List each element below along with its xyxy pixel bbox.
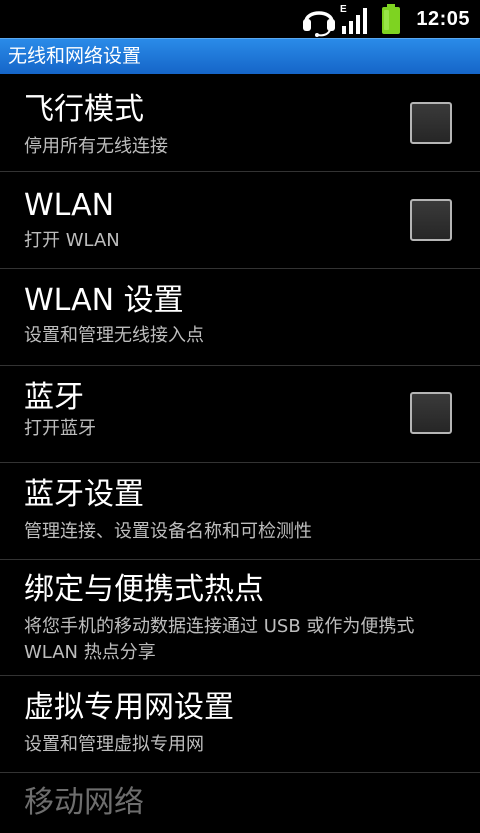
pref-title: 绑定与便携式热点 <box>24 572 264 607</box>
signal-icon: E <box>340 4 368 34</box>
airplane-mode-checkbox[interactable] <box>410 102 452 144</box>
settings-list: 飞行模式 停用所有无线连接 WLAN 打开 WLAN WLAN 设置 设置和管理… <box>0 74 480 833</box>
status-bar: E 12:05 <box>0 0 480 38</box>
pref-summary: 停用所有无线连接 <box>24 136 168 157</box>
title-bar: 无线和网络设置 <box>0 38 480 74</box>
headset-icon <box>303 11 336 37</box>
status-time: 12:05 <box>416 7 470 30</box>
pref-title: 蓝牙 <box>24 380 84 415</box>
pref-mobile-network[interactable]: 移动网络 <box>0 773 480 833</box>
pref-wlan[interactable]: WLAN 打开 WLAN <box>0 172 480 269</box>
pref-airplane-mode[interactable]: 飞行模式 停用所有无线连接 <box>0 74 480 172</box>
pref-title: 飞行模式 <box>24 92 144 127</box>
pref-summary: 设置和管理虚拟专用网 <box>24 734 204 755</box>
page-title: 无线和网络设置 <box>8 45 142 67</box>
pref-title: 虚拟专用网设置 <box>24 690 234 725</box>
status-icons: E 12:05 <box>300 0 480 38</box>
pref-bluetooth[interactable]: 蓝牙 打开蓝牙 <box>0 366 480 463</box>
battery-icon <box>382 4 401 34</box>
pref-title: 移动网络 <box>24 785 144 820</box>
pref-summary: 将您手机的移动数据连接通过 USB 或作为便携式 WLAN 热点分享 <box>24 616 415 663</box>
wlan-checkbox[interactable] <box>410 199 452 241</box>
pref-summary: 设置和管理无线接入点 <box>24 325 204 346</box>
pref-summary: 打开蓝牙 <box>24 418 96 439</box>
pref-title: WLAN 设置 <box>24 283 184 318</box>
pref-vpn-settings[interactable]: 虚拟专用网设置 设置和管理虚拟专用网 <box>0 676 480 773</box>
pref-tethering-hotspot[interactable]: 绑定与便携式热点 将您手机的移动数据连接通过 USB 或作为便携式 WLAN 热… <box>0 560 480 676</box>
pref-wlan-settings[interactable]: WLAN 设置 设置和管理无线接入点 <box>0 269 480 366</box>
bluetooth-checkbox[interactable] <box>410 392 452 434</box>
pref-title: WLAN <box>24 188 115 223</box>
pref-summary: 打开 WLAN <box>24 230 120 251</box>
pref-summary: 管理连接、设置设备名称和可检测性 <box>24 521 312 542</box>
pref-title: 蓝牙设置 <box>24 477 144 512</box>
pref-bluetooth-settings[interactable]: 蓝牙设置 管理连接、设置设备名称和可检测性 <box>0 463 480 560</box>
network-type-label: E <box>340 4 347 15</box>
